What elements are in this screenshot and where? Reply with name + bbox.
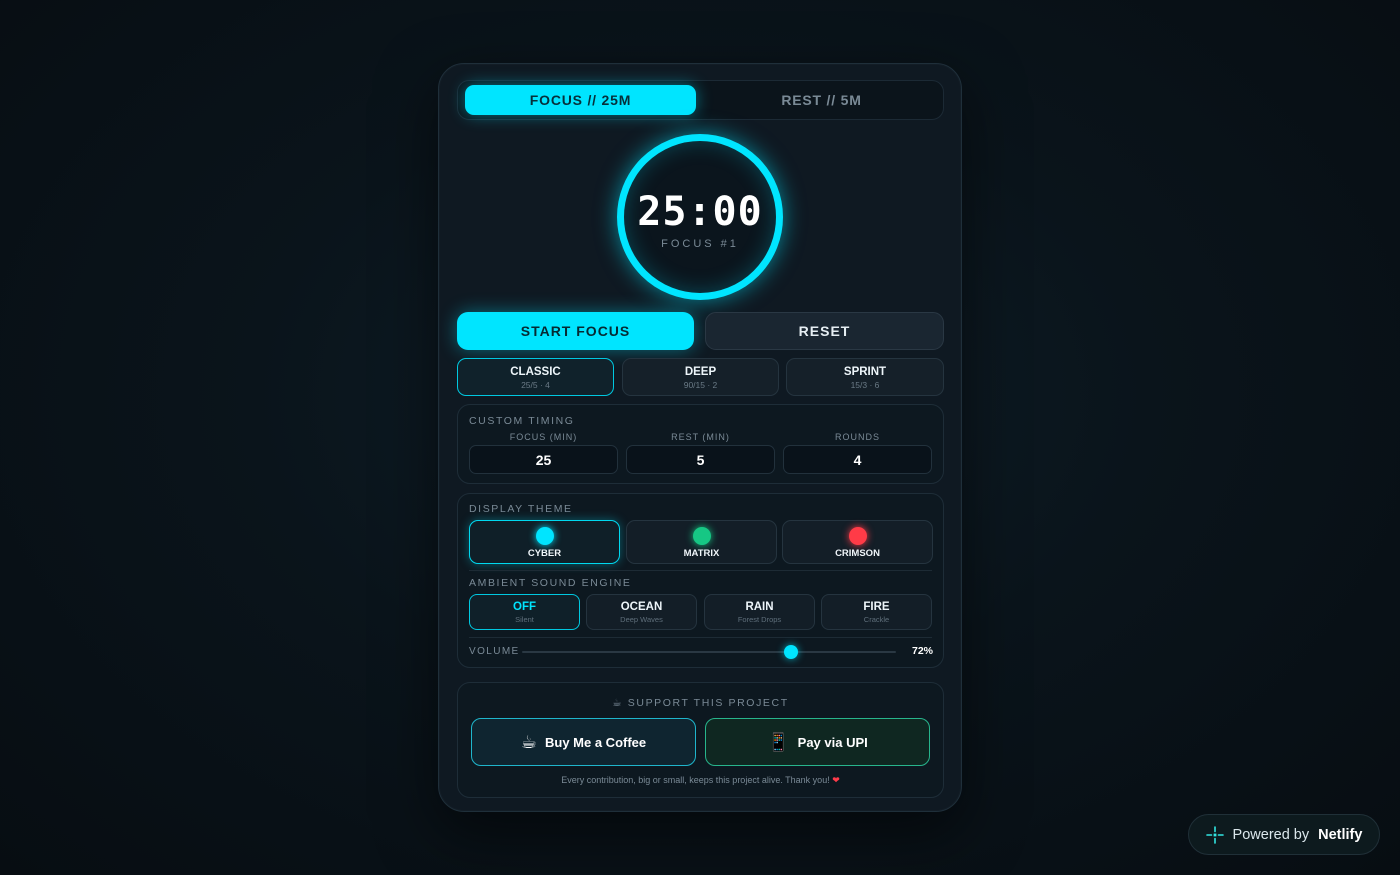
rest-min-input[interactable]: 5	[626, 445, 775, 474]
preset-name: DEEP	[684, 366, 717, 378]
upi-label: Pay via UPI	[797, 734, 868, 750]
coffee-label: Buy Me a Coffee	[545, 734, 647, 750]
theme-name: CRIMSON	[835, 548, 880, 559]
support-note-text: Every contribution, big or small, keeps …	[561, 775, 830, 785]
badge-brand: Netlify	[1318, 826, 1363, 843]
focus-min-label: FOCUS (MIN)	[509, 432, 578, 442]
preset-sprint[interactable]: SPRINT 15/3 · 6	[786, 358, 944, 396]
sound-desc: Silent	[515, 615, 534, 624]
volume-slider[interactable]	[522, 645, 896, 659]
custom-timing-panel: CUSTOM TIMING FOCUS (MIN) 25 REST (MIN) …	[457, 404, 944, 484]
sound-desc: Deep Waves	[620, 615, 663, 624]
support-title: ☕ SUPPORT THIS PROJECT	[612, 697, 789, 709]
badge-prefix: Powered by	[1232, 826, 1310, 843]
coffee-icon: ☕	[520, 731, 537, 752]
preset-desc: 90/15 · 2	[683, 380, 718, 390]
cyber-color-dot	[536, 527, 554, 545]
volume-label: VOLUME	[469, 646, 520, 657]
preset-classic[interactable]: CLASSIC 25/5 · 4	[457, 358, 614, 396]
rounds-label: ROUNDS	[834, 432, 880, 442]
theme-name: CYBER	[527, 548, 562, 559]
pomodoro-card: FOCUS // 25M REST // 5M 25:00 FOCUS #1 S…	[438, 63, 962, 812]
sound-off[interactable]: OFF Silent	[469, 594, 580, 630]
powered-by-netlify-badge[interactable]: Powered by Netlify	[1188, 814, 1380, 855]
volume-slider-thumb[interactable]	[784, 645, 799, 659]
sound-fire[interactable]: FIRE Crackle	[821, 594, 932, 630]
preset-desc: 25/5 · 4	[521, 380, 550, 390]
crimson-color-dot	[849, 527, 867, 545]
display-theme-title: DISPLAY THEME	[469, 503, 573, 515]
pay-via-upi-button[interactable]: 📱 Pay via UPI	[705, 718, 930, 766]
sound-name: FIRE	[863, 601, 890, 613]
sound-rain[interactable]: RAIN Forest Drops	[704, 594, 815, 630]
sound-ocean[interactable]: OCEAN Deep Waves	[586, 594, 697, 630]
sound-name: OCEAN	[620, 601, 663, 613]
rounds-input[interactable]: 4	[783, 445, 932, 474]
ambient-sound-title: AMBIENT SOUND ENGINE	[469, 577, 632, 589]
focus-min-input[interactable]: 25	[469, 445, 618, 474]
mode-toggle: FOCUS // 25M REST // 5M	[457, 80, 944, 120]
divider	[469, 570, 932, 571]
theme-crimson[interactable]: CRIMSON	[782, 520, 933, 564]
start-focus-button[interactable]: START FOCUS	[457, 312, 694, 350]
rest-mode-tab[interactable]: REST // 5M	[706, 85, 937, 115]
session-label: FOCUS #1	[661, 238, 739, 250]
timer-ring: 25:00 FOCUS #1	[617, 134, 783, 300]
heart-icon: ❤	[832, 775, 840, 785]
support-panel: ☕ SUPPORT THIS PROJECT ☕ Buy Me a Coffee…	[457, 682, 944, 798]
phone-icon: 📱	[767, 731, 790, 752]
custom-timing-title: CUSTOM TIMING	[469, 415, 575, 427]
sound-name: RAIN	[745, 601, 774, 613]
buy-me-a-coffee-button[interactable]: ☕ Buy Me a Coffee	[471, 718, 696, 766]
reset-button[interactable]: RESET	[705, 312, 944, 350]
theme-matrix[interactable]: MATRIX	[626, 520, 777, 564]
support-note: Every contribution, big or small, keeps …	[458, 775, 943, 786]
sound-desc: Crackle	[863, 615, 890, 624]
preset-name: CLASSIC	[510, 366, 561, 378]
theme-name: MATRIX	[683, 548, 720, 559]
preset-name: SPRINT	[843, 366, 887, 378]
preset-desc: 15/3 · 6	[850, 380, 880, 390]
divider	[469, 637, 932, 638]
matrix-color-dot	[693, 527, 711, 545]
preset-deep[interactable]: DEEP 90/15 · 2	[622, 358, 779, 396]
sound-name: OFF	[513, 601, 536, 613]
netlify-logo-icon	[1205, 825, 1224, 844]
rest-min-label: REST (MIN)	[671, 432, 730, 442]
settings-panel: DISPLAY THEME CYBER MATRIX CRIMSON AMBIE…	[457, 493, 944, 668]
timer-display: 25:00	[637, 189, 763, 235]
sound-desc: Forest Drops	[737, 615, 782, 624]
volume-value: 72%	[911, 645, 933, 657]
focus-mode-tab[interactable]: FOCUS // 25M	[465, 85, 696, 115]
theme-cyber[interactable]: CYBER	[469, 520, 620, 564]
